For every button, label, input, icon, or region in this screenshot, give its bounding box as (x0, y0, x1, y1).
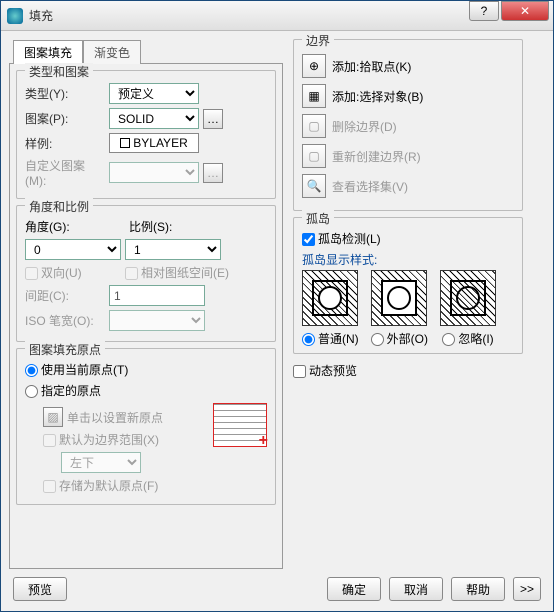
angle-label: 角度(G): (25, 218, 125, 235)
use-current-radio[interactable] (25, 364, 38, 377)
remove-boundary-label: 删除边界(D) (332, 118, 397, 135)
titlebar: 填充 ? ✕ (1, 1, 553, 31)
left-panel: 类型和图案 类型(Y): 预定义 图案(P): SOLID … 样例: BYLA… (9, 63, 283, 569)
use-current-radio-label[interactable]: 使用当前原点(T) (25, 361, 128, 378)
group-title: 图案填充原点 (25, 341, 105, 358)
pick-points-icon[interactable]: ⊕ (302, 54, 326, 78)
angle-select[interactable]: 0 (25, 239, 121, 260)
group-type-pattern: 类型和图案 类型(Y): 预定义 图案(P): SOLID … 样例: BYLA… (16, 70, 276, 199)
scale-select[interactable]: 1 (125, 239, 221, 260)
paperspace-checkbox (125, 267, 138, 280)
pattern-label: 图案(P): (25, 110, 105, 127)
group-title: 类型和图案 (25, 63, 93, 80)
specify-radio-label[interactable]: 指定的原点 (25, 382, 101, 399)
help-button[interactable]: 帮助 (451, 577, 505, 601)
group-origin: 图案填充原点 使用当前原点(T) 指定的原点 ▨单击以设置新原点 默认为边界范围… (16, 348, 276, 505)
remove-boundary-icon: ▢ (302, 114, 326, 138)
island-display-label: 孤岛显示样式: (302, 251, 514, 268)
island-outer-preview[interactable] (371, 270, 427, 326)
close-button[interactable]: ✕ (501, 1, 549, 21)
island-samples: 普通(N) 外部(O) 忽略(I) (302, 270, 514, 347)
default-bounds-checkbox (43, 434, 56, 447)
island-outer-radio-label[interactable]: 外部(O) (371, 330, 428, 347)
sample-label: 样例: (25, 135, 105, 152)
group-title: 边界 (302, 32, 334, 49)
group-title: 角度和比例 (25, 198, 93, 215)
island-detect-label[interactable]: 孤岛检测(L) (302, 230, 381, 247)
select-objects-label[interactable]: 添加:选择对象(B) (332, 88, 423, 105)
tab-gradient[interactable]: 渐变色 (83, 40, 141, 64)
app-icon (7, 8, 23, 24)
spacing-label: 间距(C): (25, 287, 105, 304)
store-default-checkbox (43, 480, 56, 493)
island-normal-radio-label[interactable]: 普通(N) (302, 330, 359, 347)
isowidth-select (109, 310, 205, 331)
help-button[interactable]: ? (469, 1, 499, 21)
corner-select: 左下 (61, 452, 141, 473)
pattern-browse-button[interactable]: … (203, 109, 223, 129)
recreate-boundary-icon: ▢ (302, 144, 326, 168)
scale-label: 比例(S): (129, 218, 229, 235)
custom-pattern-select (109, 162, 199, 183)
isowidth-label: ISO 笔宽(O): (25, 312, 105, 329)
island-ignore-radio-label[interactable]: 忽略(I) (442, 330, 493, 347)
type-select[interactable]: 预定义 (109, 83, 199, 104)
sample-value: BYLAYER (133, 136, 187, 150)
pick-points-label[interactable]: 添加:拾取点(K) (332, 58, 411, 75)
type-label: 类型(Y): (25, 85, 105, 102)
island-ignore-preview[interactable] (440, 270, 496, 326)
island-outer-radio[interactable] (371, 333, 384, 346)
origin-preview (213, 403, 267, 447)
dialog-window: 填充 ? ✕ 图案填充 渐变色 类型和图案 类型(Y): 预定义 (0, 0, 554, 612)
island-ignore-radio[interactable] (442, 333, 455, 346)
island-normal-preview[interactable] (302, 270, 358, 326)
right-column: 边界 ⊕添加:拾取点(K) ▦添加:选择对象(B) ▢删除边界(D) ▢重新创建… (283, 39, 523, 553)
spacing-input (109, 285, 205, 306)
recreate-boundary-label: 重新创建边界(R) (332, 148, 421, 165)
dynamic-preview-checkbox[interactable] (293, 365, 306, 378)
expand-button[interactable]: >> (513, 577, 541, 601)
double-checkbox (25, 267, 38, 280)
preview-button[interactable]: 预览 (13, 577, 67, 601)
left-column: 图案填充 渐变色 类型和图案 类型(Y): 预定义 图案(P): SOLID … (9, 39, 283, 553)
default-bounds-label: 默认为边界范围(X) (43, 431, 159, 448)
tab-strip: 图案填充 渐变色 (13, 39, 283, 63)
store-default-label: 存储为默认原点(F) (43, 477, 158, 494)
group-angle-scale: 角度和比例 角度(G): 比例(S): 0 1 双向(U) 相对图纸空间(E) (16, 205, 276, 342)
view-selection-icon: 🔍 (302, 174, 326, 198)
group-boundary: 边界 ⊕添加:拾取点(K) ▦添加:选择对象(B) ▢删除边界(D) ▢重新创建… (293, 39, 523, 211)
group-title: 孤岛 (302, 210, 334, 227)
sample-swatch[interactable]: BYLAYER (109, 133, 199, 153)
custom-pattern-label: 自定义图案(M): (25, 157, 105, 188)
dynamic-preview-label[interactable]: 动态预览 (293, 362, 357, 379)
cancel-button[interactable]: 取消 (389, 577, 443, 601)
tab-hatch[interactable]: 图案填充 (13, 40, 83, 64)
specify-radio[interactable] (25, 385, 38, 398)
island-detect-checkbox[interactable] (302, 233, 315, 246)
double-checkbox-label: 双向(U) (25, 264, 121, 281)
pattern-select[interactable]: SOLID (109, 108, 199, 129)
ok-button[interactable]: 确定 (327, 577, 381, 601)
custom-pattern-browse: … (203, 163, 223, 183)
pick-origin-icon: ▨ (43, 407, 63, 427)
group-islands: 孤岛 孤岛检测(L) 孤岛显示样式: 普通(N) 外部(O) 忽略(I) (293, 217, 523, 354)
island-normal-radio[interactable] (302, 333, 315, 346)
click-new-label: 单击以设置新原点 (67, 409, 163, 426)
view-selection-label: 查看选择集(V) (332, 178, 408, 195)
select-objects-icon[interactable]: ▦ (302, 84, 326, 108)
footer: 预览 确定 取消 帮助 >> (1, 577, 553, 601)
paperspace-checkbox-label: 相对图纸空间(E) (125, 264, 229, 281)
